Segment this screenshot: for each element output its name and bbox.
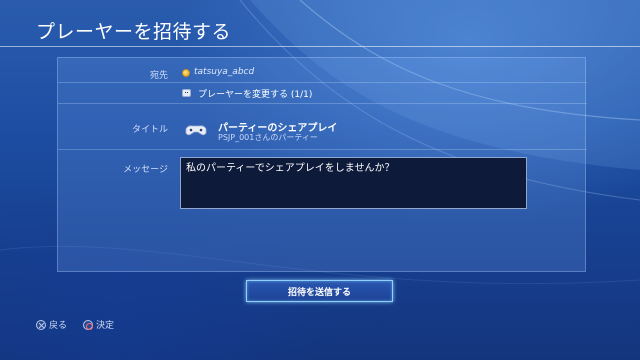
party-subtitle: PSJP_001さんのパーティー bbox=[218, 133, 318, 142]
back-hint[interactable]: 戻る bbox=[36, 318, 67, 331]
coin-avatar-icon bbox=[182, 69, 190, 77]
confirm-hint[interactable]: 決定 bbox=[83, 318, 114, 331]
cross-button-icon bbox=[36, 319, 46, 330]
invite-panel: 宛先 tatsuya_abcd プレーヤーを変更する (1/1) タイトル パー… bbox=[57, 57, 587, 272]
send-invite-button[interactable]: 招待を送信する bbox=[246, 280, 393, 302]
change-players-button[interactable]: プレーヤーを変更する (1/1) bbox=[178, 84, 378, 101]
confirm-label: 決定 bbox=[96, 321, 115, 331]
recipient-name: tatsuya_abcd bbox=[194, 67, 255, 77]
recipient-label: 宛先 bbox=[149, 71, 168, 81]
face-icon bbox=[182, 89, 191, 97]
row-divider bbox=[58, 103, 587, 104]
circle-button-icon bbox=[83, 319, 93, 330]
title-divider bbox=[0, 46, 640, 47]
row-divider bbox=[58, 82, 587, 83]
message-input[interactable]: 私のパーティーでシェアプレイをしませんか？ bbox=[180, 157, 527, 209]
row-divider bbox=[58, 149, 587, 150]
page-title: プレーヤーを招待する bbox=[36, 21, 232, 43]
message-label: メッセージ bbox=[123, 165, 168, 175]
back-label: 戻る bbox=[49, 321, 68, 331]
controller-handshake-icon bbox=[185, 125, 207, 136]
title-label: タイトル bbox=[131, 125, 168, 135]
change-players-label: プレーヤーを変更する (1/1) bbox=[198, 90, 313, 100]
